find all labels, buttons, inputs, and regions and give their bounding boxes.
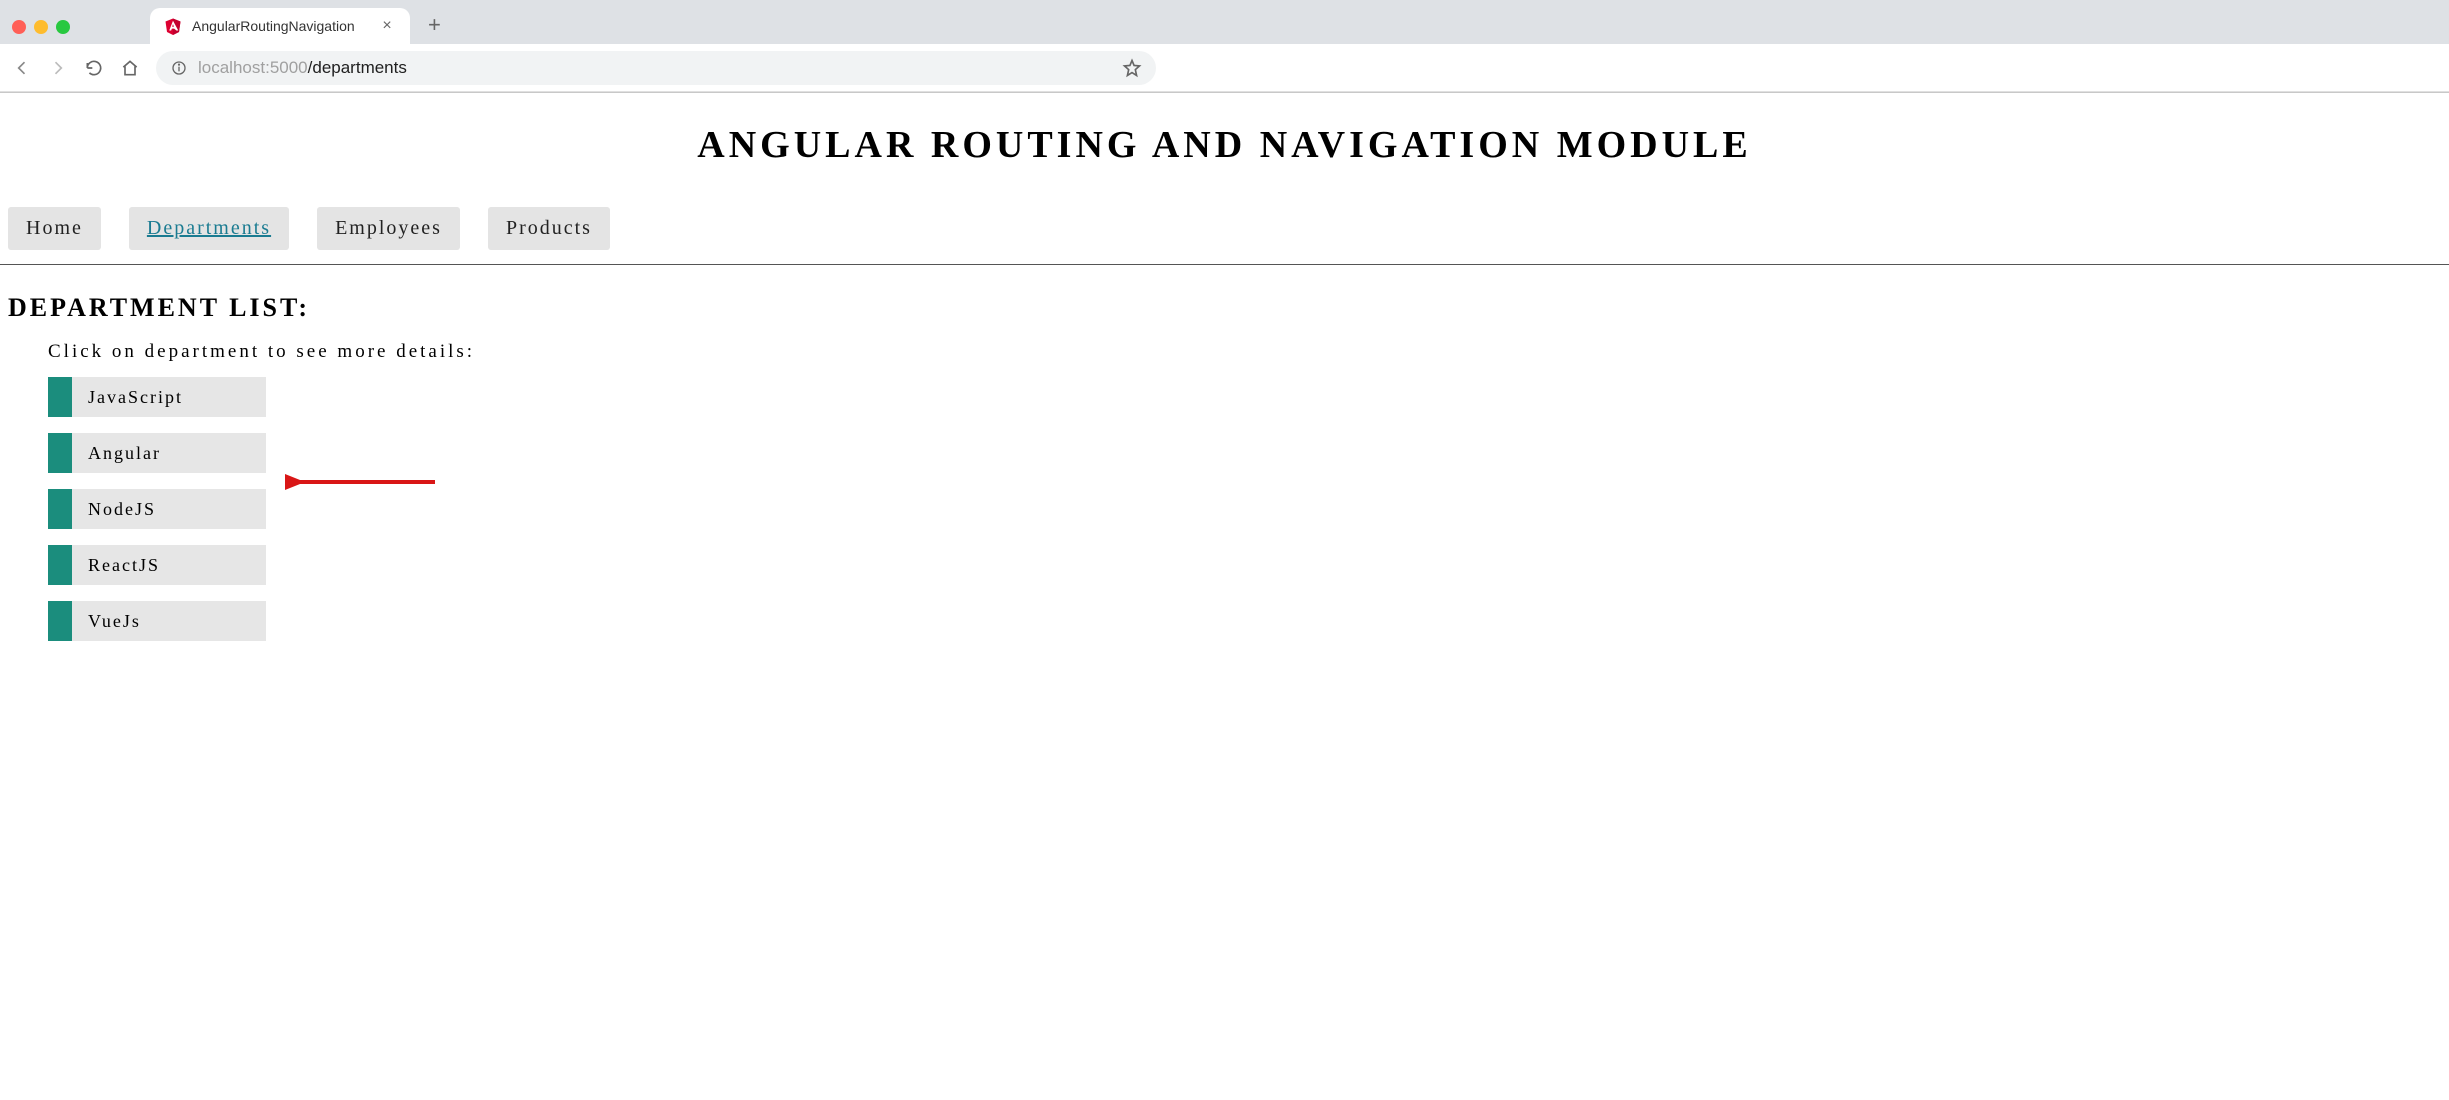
tab-close-icon[interactable]: × [378, 17, 396, 35]
nav-link-products[interactable]: Products [488, 207, 610, 250]
department-item-nodejs[interactable]: NodeJS [48, 489, 266, 529]
list-item-accent-bar [48, 545, 72, 585]
list-item-accent-bar [48, 433, 72, 473]
section-heading: DEPARTMENT LIST: [0, 265, 2449, 341]
window-controls [12, 20, 70, 34]
department-item-vuejs[interactable]: VueJs [48, 601, 266, 641]
section-subtext: Click on department to see more details: [0, 341, 2449, 377]
list-item-accent-bar [48, 601, 72, 641]
nav-link-home[interactable]: Home [8, 207, 101, 250]
browser-nav-bar: localhost:5000/departments [0, 44, 2449, 92]
reload-icon[interactable] [84, 58, 104, 78]
department-label: VueJs [72, 601, 266, 641]
window-maximize-button[interactable] [56, 20, 70, 34]
list-item-accent-bar [48, 377, 72, 417]
department-label: Angular [72, 433, 266, 473]
department-item-javascript[interactable]: JavaScript [48, 377, 266, 417]
nav-link-employees[interactable]: Employees [317, 207, 460, 250]
site-info-icon[interactable] [170, 59, 188, 77]
tab-bar: AngularRoutingNavigation × + [0, 0, 2449, 44]
window-close-button[interactable] [12, 20, 26, 34]
back-icon[interactable] [12, 58, 32, 78]
address-bar[interactable]: localhost:5000/departments [156, 51, 1156, 85]
nav-link-departments[interactable]: Departments [129, 207, 289, 250]
department-label: JavaScript [72, 377, 266, 417]
list-item-accent-bar [48, 489, 72, 529]
home-icon[interactable] [120, 58, 140, 78]
department-label: ReactJS [72, 545, 266, 585]
page-content: ANGULAR ROUTING AND NAVIGATION MODULE Ho… [0, 93, 2449, 641]
bookmark-star-icon[interactable] [1122, 58, 1142, 78]
url-text: localhost:5000/departments [198, 58, 1112, 78]
nav-links: Home Departments Employees Products [0, 207, 2449, 265]
department-item-angular[interactable]: Angular [48, 433, 266, 473]
tab-title: AngularRoutingNavigation [192, 18, 368, 34]
department-item-reactjs[interactable]: ReactJS [48, 545, 266, 585]
browser-chrome: AngularRoutingNavigation × + localhost:5… [0, 0, 2449, 93]
new-tab-button[interactable]: + [428, 12, 441, 38]
page-title: ANGULAR ROUTING AND NAVIGATION MODULE [0, 93, 2449, 207]
angular-favicon-icon [164, 17, 182, 35]
department-list: JavaScript Angular NodeJS ReactJS VueJs [0, 377, 2449, 641]
window-minimize-button[interactable] [34, 20, 48, 34]
department-label: NodeJS [72, 489, 266, 529]
browser-tab[interactable]: AngularRoutingNavigation × [150, 8, 410, 44]
forward-icon[interactable] [48, 58, 68, 78]
